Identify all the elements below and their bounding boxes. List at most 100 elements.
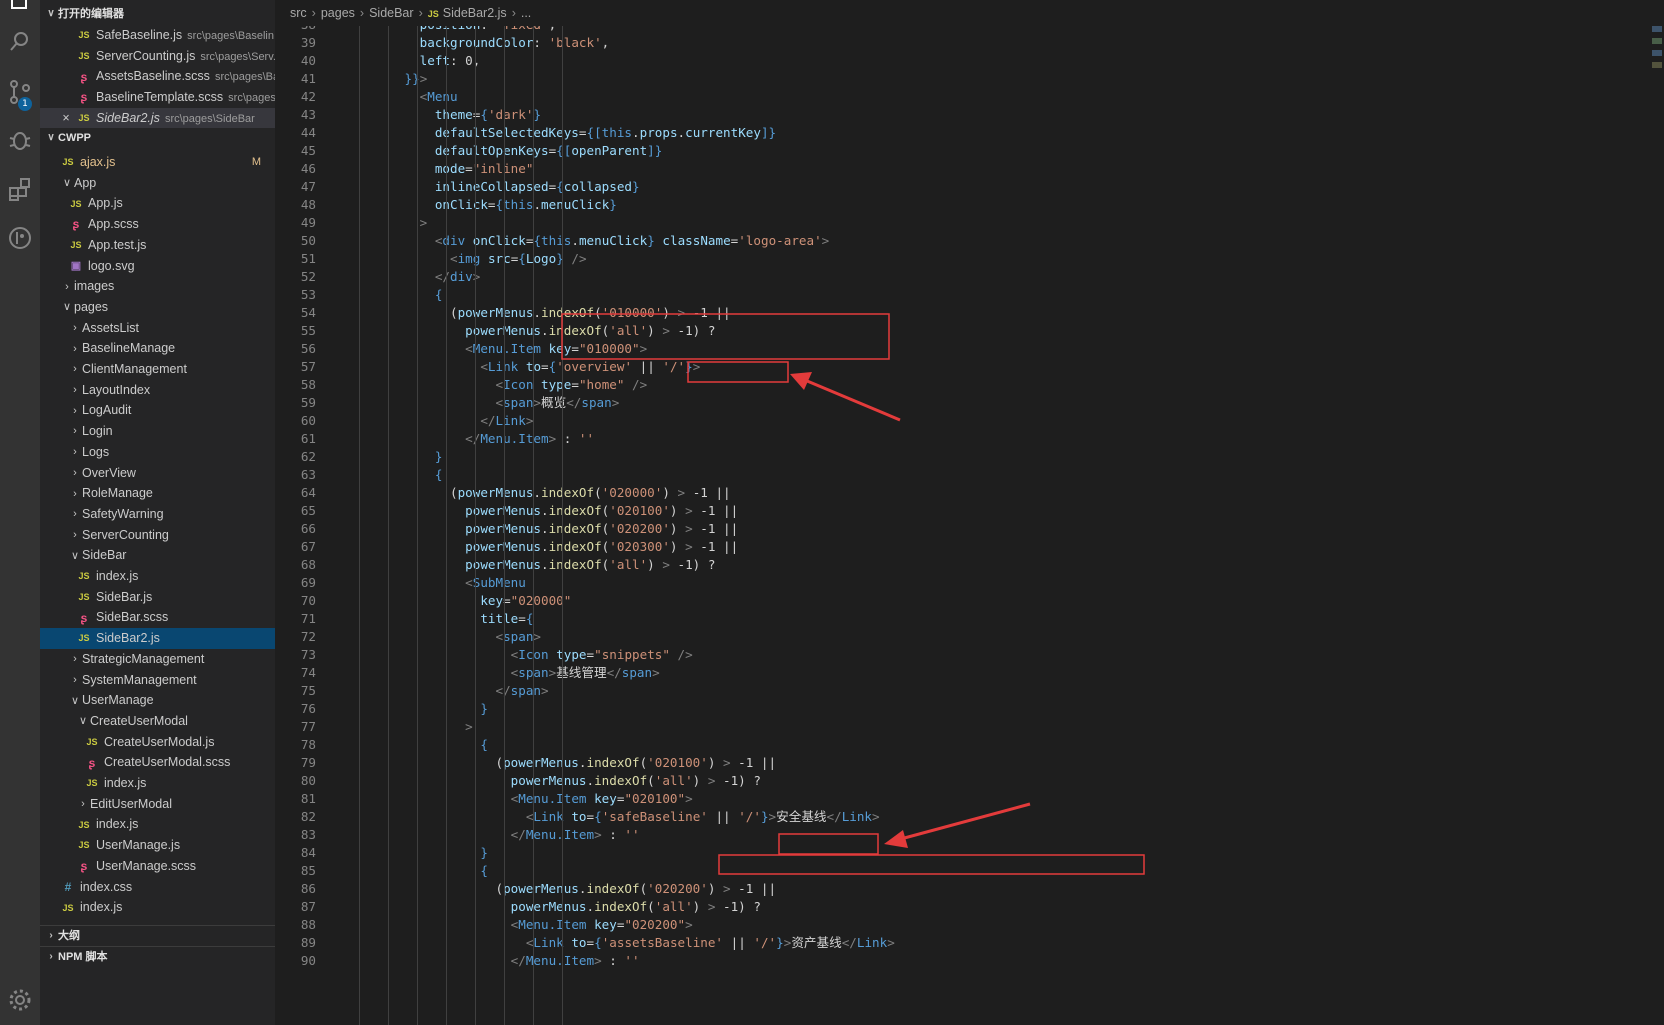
breadcrumb-tail[interactable]: ... [521,6,531,20]
code-line[interactable]: } [359,844,488,862]
code-line[interactable]: <Link to={'assetsBaseline' || '/'}>资产基线<… [359,934,895,952]
code-line[interactable]: theme={'dark'} [359,106,541,124]
code-line[interactable]: onClick={this.menuClick} [359,196,617,214]
explorer-icon[interactable] [6,0,34,14]
tree-file[interactable]: JS App.js [40,193,275,214]
open-editors-header[interactable]: ∨ 打开的编辑器 [40,4,275,24]
tree-folder[interactable]: › SystemManagement [40,670,275,691]
tree-folder[interactable]: › Logs [40,442,275,463]
code-line[interactable]: left: 0, [359,52,481,70]
breadcrumb-item[interactable]: pages [321,6,355,20]
code-line[interactable]: powerMenus.indexOf('020100') > -1 || [359,502,738,520]
code-line[interactable]: powerMenus.indexOf('all') > -1) ? [359,898,761,916]
tree-file[interactable]: # index.css [40,877,275,898]
tree-file[interactable]: ʂ UserManage.scss [40,856,275,877]
tree-file[interactable]: ▣ logo.svg [40,256,275,277]
tree-folder[interactable]: › OverView [40,463,275,484]
tree-folder[interactable]: › ClientManagement [40,359,275,380]
tree-folder[interactable]: › LogAudit [40,400,275,421]
code-line[interactable]: <span>基线管理</span> [359,664,660,682]
minimap[interactable] [1650,26,1664,1025]
code-line[interactable]: <Menu.Item key="020200"> [359,916,693,934]
open-editor-item[interactable]: × JS SideBar2.js src\pages\SideBar [40,107,275,129]
open-editor-item[interactable]: JS SafeBaseline.js src\pages\Baselin... [40,25,275,46]
tree-file[interactable]: JS ajax.js M [40,152,275,173]
tree-folder[interactable]: › LayoutIndex [40,380,275,401]
tree-file[interactable]: JS index.js [40,566,275,587]
code-line[interactable]: </div> [359,268,481,286]
code-line[interactable]: <div onClick={this.menuClick} className=… [359,232,829,250]
debug-icon[interactable] [6,126,34,154]
open-editor-item[interactable]: ʂ BaselineTemplate.scss src\pages... [40,87,275,108]
code-line[interactable]: </Menu.Item> : '' [359,430,594,448]
code-line[interactable]: powerMenus.indexOf('all') > -1) ? [359,322,715,340]
code-line[interactable]: (powerMenus.indexOf('010000') > -1 || [359,304,731,322]
code-line[interactable]: powerMenus.indexOf('all') > -1) ? [359,556,715,574]
code-line[interactable]: <Link to={'safeBaseline' || '/'}>安全基线</L… [359,808,880,826]
tree-file[interactable]: ʂ App.scss [40,214,275,235]
close-icon[interactable]: × [56,108,76,129]
breadcrumb-item[interactable]: src [290,6,307,20]
code-line[interactable]: <SubMenu [359,574,526,592]
code-line[interactable]: <img src={Logo} /> [359,250,587,268]
open-editor-item[interactable]: ʂ AssetsBaseline.scss src\pages\Ba... [40,66,275,87]
tree-file[interactable]: JS App.test.js [40,235,275,256]
tree-folder[interactable]: › EditUserModal [40,794,275,815]
tree-folder[interactable]: ∨ SideBar [40,545,275,566]
tree-folder[interactable]: › RoleManage [40,483,275,504]
tree-folder[interactable]: ∨ pages [40,297,275,318]
search-icon[interactable] [6,28,34,56]
tree-file[interactable]: JS UserManage.js [40,835,275,856]
tree-folder[interactable]: ∨ App [40,173,275,194]
settings-gear-icon[interactable] [6,986,34,1014]
code-line[interactable]: > [359,718,473,736]
code-area[interactable]: 38 position: 'fixed',39 backgroundColor:… [275,26,1664,1025]
breadcrumb-item[interactable]: SideBar [369,6,413,20]
tree-file[interactable]: JS SideBar2.js [40,628,275,649]
tree-folder[interactable]: ∨ UserManage [40,690,275,711]
code-line[interactable]: powerMenus.indexOf('020300') > -1 || [359,538,738,556]
code-line[interactable]: (powerMenus.indexOf('020200') > -1 || [359,880,776,898]
tree-folder[interactable]: › Login [40,421,275,442]
code-line[interactable]: defaultSelectedKeys={[this.props.current… [359,124,776,142]
code-line[interactable]: { [359,736,488,754]
code-line[interactable]: backgroundColor: 'black', [359,34,610,52]
git-history-icon[interactable] [6,224,34,252]
code-line[interactable]: defaultOpenKeys={[openParent]} [359,142,663,160]
code-line[interactable]: <Menu.Item key="020100"> [359,790,693,808]
tree-folder[interactable]: › AssetsList [40,318,275,339]
code-line[interactable]: key="020000" [359,592,571,610]
code-line[interactable]: { [359,862,488,880]
tree-file[interactable]: JS CreateUserModal.js [40,732,275,753]
code-line[interactable]: <Menu [359,88,458,106]
extensions-icon[interactable] [6,176,34,204]
open-editor-item[interactable]: JS ServerCounting.js src\pages\Serv... [40,46,275,67]
code-line[interactable]: <Link to={'overview' || '/'}> [359,358,700,376]
code-line[interactable]: (powerMenus.indexOf('020100') > -1 || [359,754,776,772]
tree-file[interactable]: JS index.js [40,773,275,794]
tree-folder[interactable]: › ServerCounting [40,525,275,546]
tree-file[interactable]: ʂ CreateUserModal.scss [40,752,275,773]
tree-folder[interactable]: › StrategicManagement [40,649,275,670]
code-line[interactable]: { [359,286,443,304]
code-line[interactable]: </Menu.Item> : '' [359,826,640,844]
tree-folder[interactable]: › SafetyWarning [40,504,275,525]
tree-file[interactable]: JS index.js [40,897,275,918]
code-line[interactable]: (powerMenus.indexOf('020000') > -1 || [359,484,731,502]
outline-header[interactable]: › 大纲 [40,925,275,946]
code-line[interactable]: <span>概览</span> [359,394,619,412]
code-line[interactable]: powerMenus.indexOf('all') > -1) ? [359,772,761,790]
tree-file[interactable]: JS SideBar.js [40,587,275,608]
code-line[interactable]: { [359,466,443,484]
tree-folder[interactable]: ∨ CreateUserModal [40,711,275,732]
code-line[interactable]: } [359,448,443,466]
npm-scripts-header[interactable]: › NPM 脚本 [40,946,275,967]
tree-folder[interactable]: › images [40,276,275,297]
tree-folder[interactable]: › BaselineManage [40,338,275,359]
code-line[interactable]: </Menu.Item> : '' [359,952,640,970]
code-line[interactable]: inlineCollapsed={collapsed} [359,178,640,196]
breadcrumb-file[interactable]: SideBar2.js [443,6,507,20]
code-line[interactable]: <Icon type="snippets" /> [359,646,693,664]
code-line[interactable]: <span> [359,628,541,646]
workspace-header[interactable]: ∨ CWPP [40,128,275,148]
